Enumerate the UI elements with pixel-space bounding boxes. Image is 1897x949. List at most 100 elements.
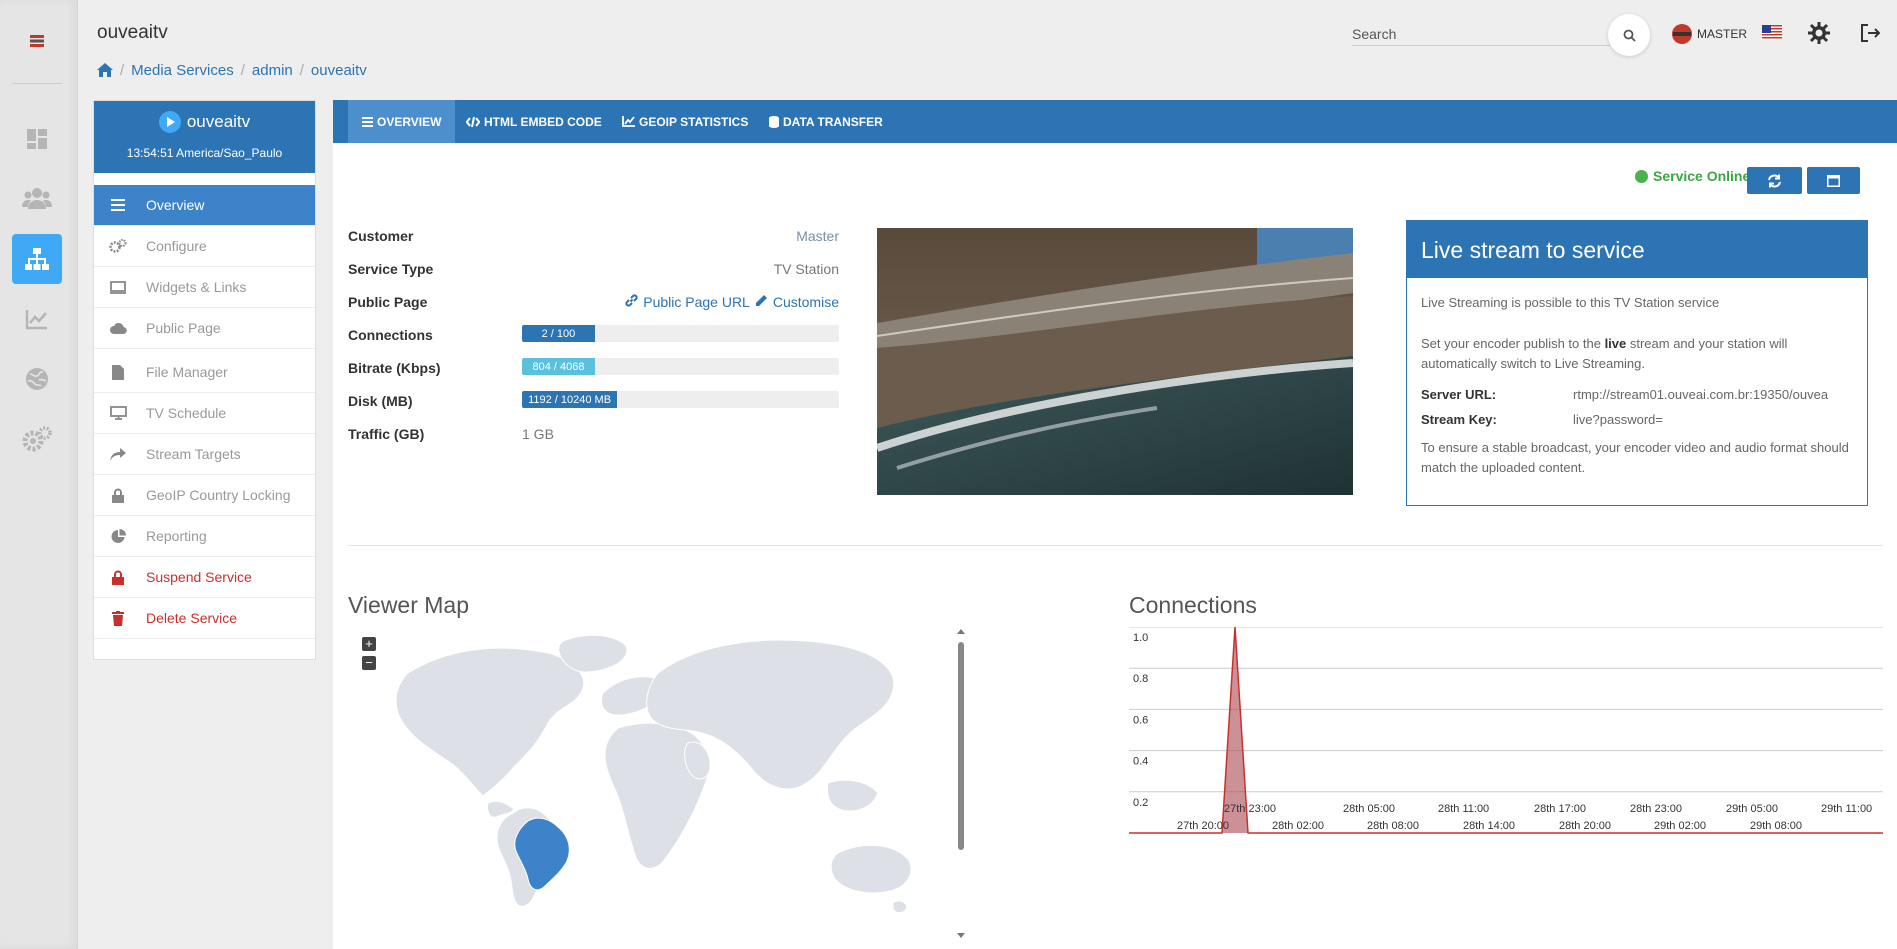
users-icon[interactable] — [12, 173, 62, 223]
sidebar-item-label: Delete Service — [146, 610, 238, 626]
service-sidebar: ouveaitv 13:54:51 America/Sao_Paulo Over… — [93, 100, 316, 660]
map-zoom-in-button[interactable]: + — [362, 637, 376, 651]
chart-x-tick-label: 29th 08:00 — [1750, 820, 1802, 832]
sidebar-item-label: Public Page — [146, 320, 221, 336]
chart-x-tick-label: 28th 11:00 — [1438, 803, 1489, 815]
pie-chart-icon — [108, 528, 128, 544]
viewer-map-title: Viewer Map — [348, 592, 470, 618]
gears-icon — [108, 238, 128, 254]
tab-label: OVERVIEW — [377, 114, 442, 129]
restart-service-button[interactable] — [1747, 167, 1802, 194]
refresh-icon — [1768, 174, 1781, 187]
bitrate-label: Bitrate (Kbps) — [348, 360, 441, 376]
chart-x-tick-label: 27th 20:00 — [1177, 820, 1229, 832]
sidebar-item-reporting[interactable]: Reporting — [94, 516, 315, 557]
bitrate-progress: 804 / 4068 — [522, 358, 839, 375]
sidebar-item-file-manager[interactable]: File Manager — [94, 352, 315, 393]
tab-geoip[interactable]: GEOIP STATISTICS — [608, 100, 762, 143]
station-time: 13:54:51 America/Sao_Paulo — [126, 146, 283, 160]
station-name: ouveaitv — [186, 112, 251, 131]
service-type-label: Service Type — [348, 261, 434, 277]
customer-value[interactable]: Master — [796, 228, 839, 244]
file-icon — [108, 364, 128, 380]
chart-x-tick-label: 28th 20:00 — [1559, 820, 1611, 832]
breadcrumb-media-services[interactable]: Media Services — [131, 62, 234, 79]
dashboard-icon[interactable] — [12, 114, 62, 164]
map-zoom-out-button[interactable]: − — [362, 656, 376, 670]
page-title: ouveaitv — [97, 22, 168, 43]
breadcrumb: / Media Services / admin / ouveaitv — [97, 60, 367, 80]
video-preview[interactable] — [877, 228, 1353, 495]
sidebar-item-stream-targets[interactable]: Stream Targets — [94, 434, 315, 475]
live-intro: Live Streaming is possible to this TV St… — [1421, 295, 1720, 310]
sidebar-header: ouveaitv 13:54:51 America/Sao_Paulo — [94, 101, 315, 173]
sidebar-item-tv-schedule[interactable]: TV Schedule — [94, 393, 315, 434]
user-label: MASTER — [1697, 27, 1748, 41]
logout-icon[interactable] — [1860, 23, 1880, 43]
tab-label: GEOIP STATISTICS — [639, 114, 749, 129]
traffic-value: 1 GB — [522, 426, 554, 442]
search-input[interactable]: Search — [1352, 22, 1610, 46]
sidebar-item-configure[interactable]: Configure — [94, 226, 315, 267]
sidebar-item-overview[interactable]: Overview — [94, 185, 315, 226]
sidebar-item-suspend[interactable]: Suspend Service — [94, 557, 315, 598]
link-icon — [625, 294, 638, 310]
cloud-icon — [108, 320, 128, 336]
connections-label: Connections — [348, 327, 433, 343]
disk-label: Disk (MB) — [348, 393, 413, 409]
server-url-value[interactable]: rtmp://stream01.ouveai.com.br:19350/ouve… — [1573, 387, 1863, 402]
customise-link[interactable]: Customise — [773, 294, 839, 310]
customer-label: Customer — [348, 228, 414, 244]
sidebar-item-geoip-locking[interactable]: GeoIP Country Locking — [94, 475, 315, 516]
breadcrumb-current[interactable]: ouveaitv — [311, 62, 367, 79]
service-status: Service Online — [1635, 168, 1750, 184]
monitor-icon — [108, 405, 128, 421]
cogs-icon[interactable] — [12, 414, 62, 464]
database-icon — [769, 115, 779, 128]
viewer-map[interactable]: + − — [348, 628, 988, 949]
pencil-icon — [755, 294, 768, 310]
tab-data-transfer[interactable]: DATA TRANSFER — [755, 100, 897, 143]
sidebar-item-delete[interactable]: Delete Service — [94, 598, 315, 639]
traffic-label: Traffic (GB) — [348, 426, 425, 442]
sidebar-item-label: File Manager — [146, 364, 228, 380]
play-icon — [158, 111, 181, 133]
chart-y-tick-label: 0.8 — [1133, 673, 1148, 685]
chart-y-tick-label: 0.6 — [1133, 714, 1148, 726]
tab-html-embed[interactable]: HTML EMBED CODE — [452, 100, 616, 143]
chart-x-tick-label: 28th 02:00 — [1272, 820, 1324, 832]
tab-label: HTML EMBED CODE — [484, 114, 602, 129]
main-content: OVERVIEW HTML EMBED CODE GEOIP STATISTIC… — [333, 100, 1897, 949]
sidebar-item-label: Configure — [146, 238, 207, 254]
code-icon — [466, 116, 480, 127]
icon-rail — [0, 0, 78, 949]
trash-icon — [108, 610, 128, 626]
search-button[interactable] — [1608, 14, 1650, 56]
public-page-url-link[interactable]: Public Page URL — [643, 294, 750, 310]
sidebar-item-public-page[interactable]: Public Page — [94, 308, 315, 349]
connections-progress-fill: 2 / 100 — [522, 325, 595, 342]
home-icon[interactable] — [97, 63, 113, 77]
stop-service-button[interactable] — [1807, 167, 1860, 194]
user-logo-icon — [1672, 24, 1692, 44]
us-flag-icon[interactable] — [1762, 25, 1782, 40]
user-menu[interactable]: MASTER — [1672, 24, 1747, 44]
theme-toggle-icon[interactable] — [1808, 22, 1830, 44]
map-scrollbar[interactable] — [956, 628, 966, 949]
breadcrumb-admin[interactable]: admin — [252, 62, 293, 79]
sidebar-item-label: Suspend Service — [146, 569, 252, 585]
line-chart-icon[interactable] — [12, 294, 62, 344]
sitemap-icon[interactable] — [12, 234, 62, 284]
sidebar-item-widgets[interactable]: Widgets & Links — [94, 267, 315, 308]
chart-x-tick-label: 28th 23:00 — [1630, 803, 1682, 815]
tab-overview[interactable]: OVERVIEW — [348, 100, 456, 143]
stream-key-value[interactable]: live?password= — [1573, 412, 1863, 427]
chart-x-tick-label: 28th 14:00 — [1463, 820, 1515, 832]
bitrate-progress-fill: 804 / 4068 — [522, 358, 595, 375]
status-text: Service Online — [1653, 168, 1751, 184]
chart-x-tick-label: 28th 17:00 — [1534, 803, 1586, 815]
chart-x-tick-label: 28th 08:00 — [1367, 820, 1419, 832]
app-logo-icon[interactable] — [12, 16, 62, 66]
globe-icon[interactable] — [12, 354, 62, 404]
search-icon — [1623, 29, 1636, 42]
